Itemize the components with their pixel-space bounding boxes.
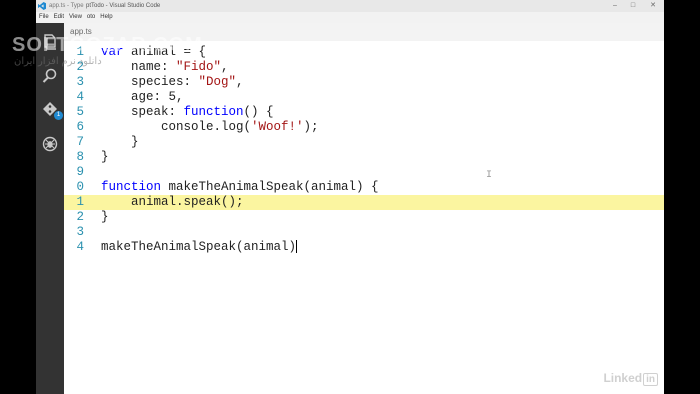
editor-area: app.ts 1 var animal = {2 name: "Fido", 3 s… — [64, 23, 664, 394]
code-token: age: 5, — [101, 90, 184, 104]
line-number: 8 — [76, 150, 84, 164]
line-number: 4 — [76, 90, 84, 104]
code-token: } — [101, 210, 109, 224]
window-title: ptTodo - Visual Studio Code — [86, 3, 161, 9]
code-line[interactable]: 4 makeTheAnimalSpeak(animal) — [64, 240, 664, 255]
code-token: } — [101, 150, 109, 164]
vscode-window: app.ts - Type ptTodo - Visual Studio Cod… — [36, 0, 664, 394]
menu-help[interactable]: Help — [98, 12, 114, 23]
watermark-subtitle: دانلود نرم افزار ایران — [14, 56, 102, 67]
menu-view[interactable]: View — [67, 12, 84, 23]
line-number: 2 — [76, 210, 84, 224]
code-token: makeTheAnimalSpeak(animal) — [101, 240, 297, 254]
line-text: console.log('Woof!'); — [101, 120, 319, 135]
code-token: makeTheAnimalSpeak(animal) { — [161, 180, 379, 194]
code-token: ); — [303, 120, 319, 134]
code-line[interactable]: 0 function makeTheAnimalSpeak(animal) { — [64, 180, 664, 195]
code-line[interactable]: 4 age: 5, — [64, 90, 664, 105]
code-line[interactable]: 8} — [64, 150, 664, 165]
line-number: 9 — [76, 165, 84, 179]
line-text: } — [101, 210, 109, 225]
code-line[interactable]: 1 animal.speak(); — [64, 195, 664, 210]
keyword-token: function — [101, 180, 162, 194]
minimize-button[interactable]: – — [608, 0, 622, 12]
line-text: function makeTheAnimalSpeak(animal) { — [101, 180, 379, 195]
line-text: animal.speak(); — [101, 195, 244, 210]
code-line[interactable]: 3 species: "Dog", — [64, 75, 664, 90]
text-cursor-icon: I — [486, 170, 493, 181]
code-token: console.log( — [101, 120, 252, 134]
vscode-logo-icon — [38, 2, 46, 10]
code-editor[interactable]: 1 var animal = {2 name: "Fido", 3 species:… — [64, 45, 664, 255]
linkedin-text: Linked — [603, 371, 643, 385]
close-button[interactable]: ✕ — [646, 0, 660, 12]
code-line[interactable]: 9 — [64, 165, 664, 180]
line-number: 3 — [76, 75, 84, 89]
code-token: () { — [243, 105, 274, 119]
title-bar: app.ts - Type ptTodo - Visual Studio Cod… — [36, 0, 664, 12]
line-text: age: 5, — [101, 90, 184, 105]
line-number: 3 — [76, 225, 84, 239]
line-text: } — [101, 135, 139, 150]
line-text: makeTheAnimalSpeak(animal) — [101, 240, 298, 255]
keyword-token: function — [183, 105, 244, 119]
line-text: species: "Dog", — [101, 75, 244, 90]
code-token: , — [221, 60, 229, 74]
code-token: } — [101, 135, 139, 149]
line-number: 5 — [76, 105, 84, 119]
line-text: } — [101, 150, 109, 165]
string-token: "Fido" — [176, 60, 222, 74]
linkedin-logo: Linked in — [603, 371, 658, 386]
maximize-button[interactable]: □ — [626, 0, 640, 12]
code-token: species: — [101, 75, 199, 89]
code-token: , — [236, 75, 244, 89]
watermark-logo: SOFTGOZAR.COM — [12, 34, 203, 56]
line-number: 7 — [76, 135, 84, 149]
code-line[interactable]: 2} — [64, 210, 664, 225]
menu-bar: File Edit View oto Help — [36, 12, 664, 23]
code-line[interactable]: 7 } — [64, 135, 664, 150]
string-token: "Dog" — [198, 75, 237, 89]
line-number: 6 — [76, 120, 84, 134]
line-number: 1 — [76, 195, 84, 209]
code-line[interactable]: 2 name: "Fido", — [64, 60, 664, 75]
text-caret — [296, 240, 298, 254]
line-number: 0 — [76, 180, 84, 194]
code-token: animal.speak(); — [101, 195, 244, 209]
line-text: name: "Fido", — [101, 60, 229, 75]
menu-file[interactable]: File — [37, 12, 51, 23]
menu-goto[interactable]: oto — [85, 12, 97, 23]
menu-edit[interactable]: Edit — [52, 12, 66, 23]
code-line[interactable]: 6 console.log('Woof!'); — [64, 120, 664, 135]
linkedin-in: in — [643, 373, 658, 386]
code-token: speak: — [101, 105, 184, 119]
code-token: name: — [101, 60, 177, 74]
title-tab-name: app.ts - Type — [49, 3, 84, 9]
code-line[interactable]: 3 — [64, 225, 664, 240]
string-token: 'Woof!' — [251, 120, 304, 134]
code-line[interactable]: 5 speak: function() { — [64, 105, 664, 120]
line-number: 4 — [76, 240, 84, 254]
line-text: speak: function() { — [101, 105, 274, 120]
